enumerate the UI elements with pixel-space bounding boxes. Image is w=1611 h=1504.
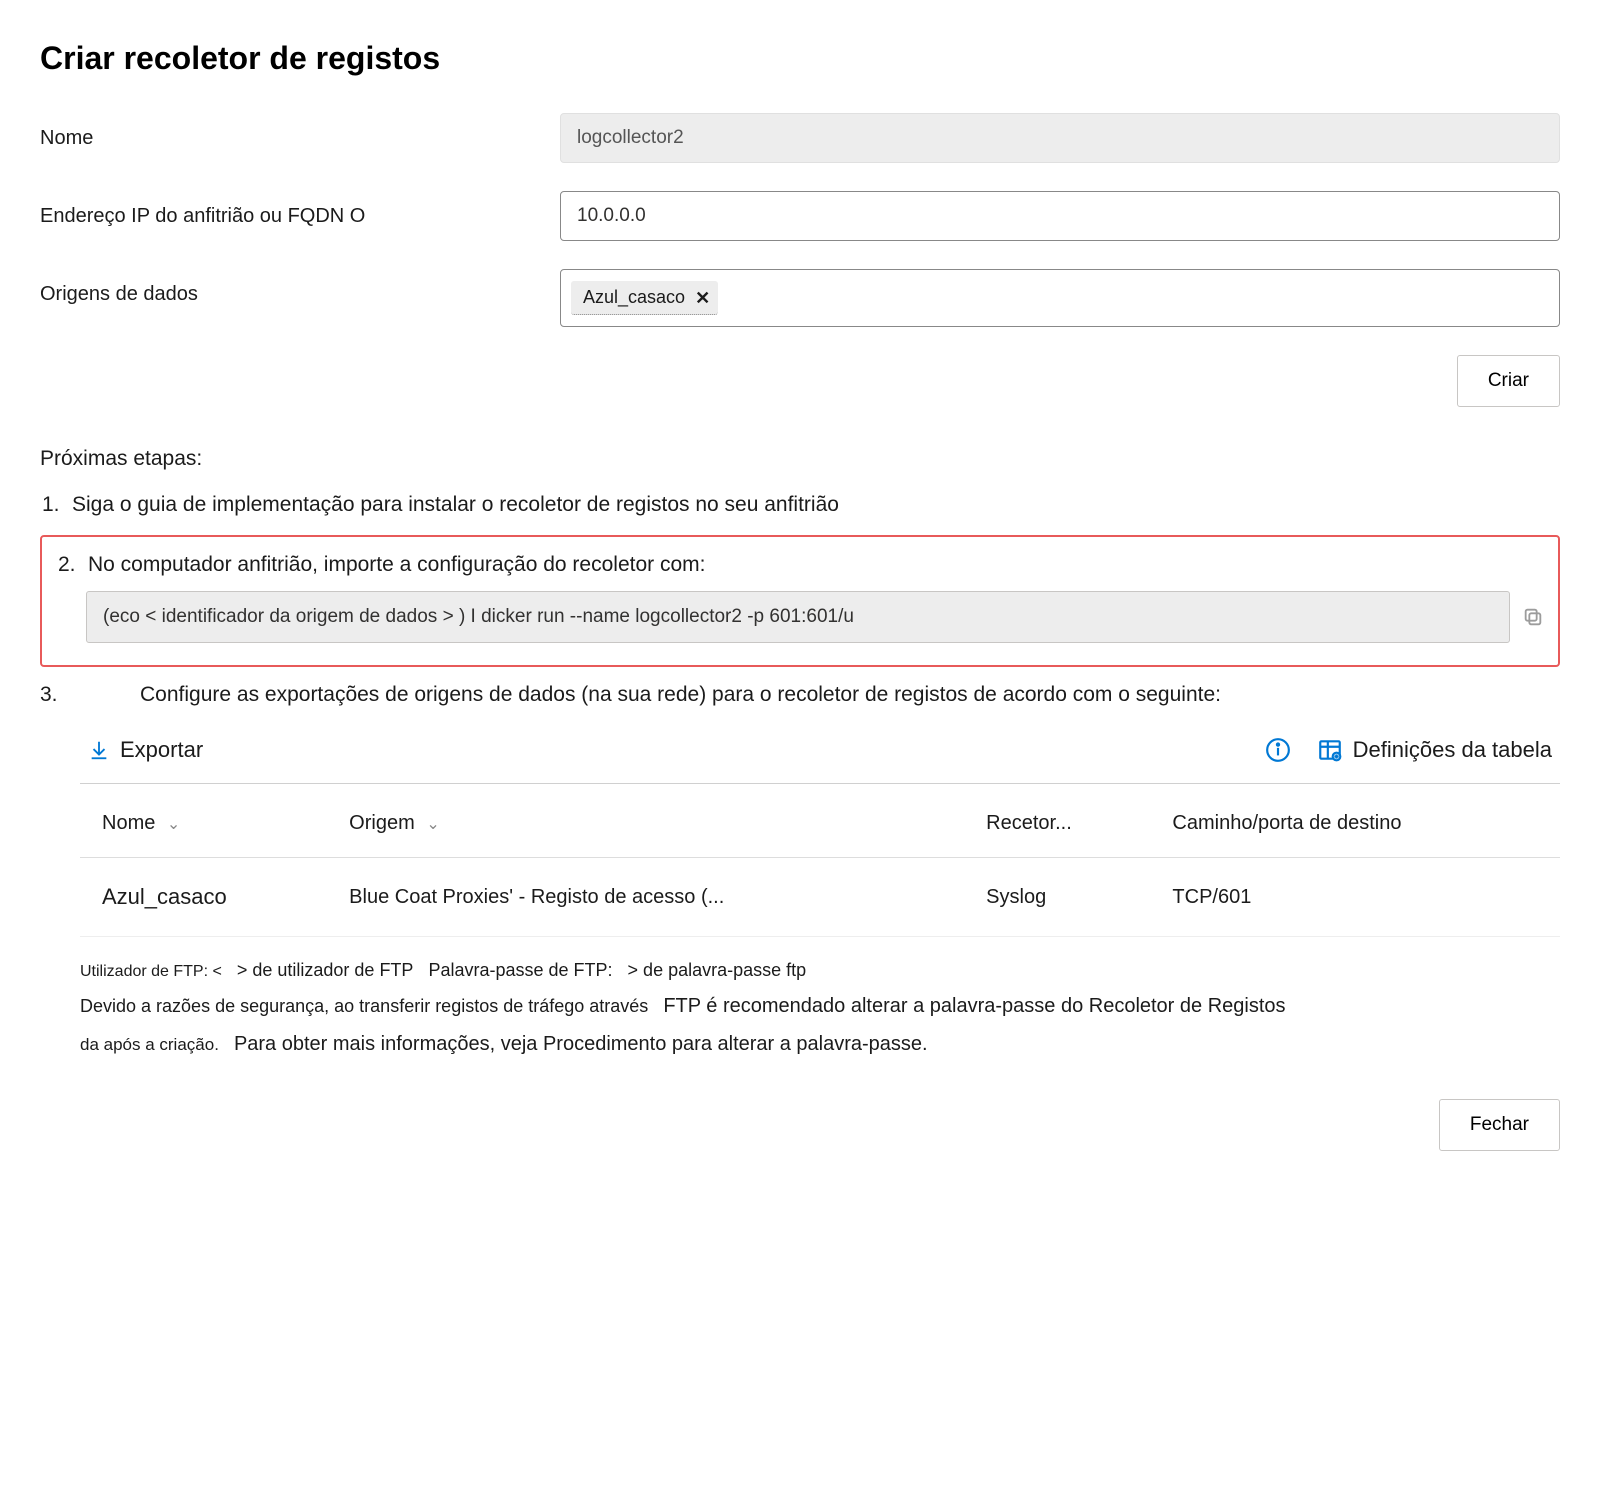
step3-text: Configure as exportações de origens de d… [70,683,1560,707]
command-box: (eco < identificador da origem de dados … [86,591,1510,643]
create-button[interactable]: Criar [1457,355,1560,407]
cell-receiver: Syslog [964,858,1150,937]
chip-label: Azul_casaco [583,287,685,308]
export-button[interactable]: Exportar [88,737,203,763]
table-row[interactable]: Azul_casaco Blue Coat Proxies' - Registo… [80,858,1560,937]
copy-icon[interactable] [1522,606,1544,628]
table-settings-icon [1317,737,1343,763]
close-icon[interactable]: ✕ [695,289,710,307]
name-label: Nome [40,127,560,150]
cell-name: Azul_casaco [80,858,327,937]
host-label: Endereço IP do anfitrião ou FQDN O [40,205,560,228]
datasources-label: Origens de dados [40,269,560,306]
chevron-down-icon: ⌄ [426,816,439,833]
step2-highlight: 2. No computador anfitrião, importe a co… [40,535,1560,667]
step2-text: No computador anfitrião, importe a confi… [88,553,705,577]
dialog-title: Criar recoletor de registos [40,40,1560,77]
step-number: 3. [40,683,62,707]
col-name[interactable]: Nome ⌄ [80,784,327,858]
chevron-down-icon: ⌄ [167,816,180,833]
step1-text: Siga o guia de implementação para instal… [72,493,839,517]
close-button[interactable]: Fechar [1439,1099,1560,1151]
datasource-chip: Azul_casaco ✕ [571,281,718,315]
ftp-note: Utilizador de FTP: < > de utilizador de … [80,953,1560,1063]
cell-source: Blue Coat Proxies' - Registo de acesso (… [327,858,964,937]
col-source-label: Origem [349,812,415,834]
step-number: 1. [42,493,64,517]
cell-dest: TCP/601 [1150,858,1560,937]
datasources-input[interactable]: Azul_casaco ✕ [560,269,1560,327]
host-input[interactable] [560,191,1560,241]
table-toolbar: Exportar [80,717,1560,784]
name-input[interactable] [560,113,1560,163]
col-receiver[interactable]: Recetor... [964,784,1150,858]
col-source[interactable]: Origem ⌄ [327,784,964,858]
download-icon [88,739,110,761]
step-number: 2. [58,553,80,577]
datasource-table: Nome ⌄ Origem ⌄ Recetor... Caminho/porta… [80,784,1560,937]
table-settings-label: Definições da tabela [1353,737,1552,763]
col-name-label: Nome [102,812,155,834]
table-settings-button[interactable]: Definições da tabela [1317,737,1552,763]
col-dest[interactable]: Caminho/porta de destino [1150,784,1560,858]
info-icon[interactable] [1265,737,1291,763]
next-steps-heading: Próximas etapas: [40,447,1560,471]
export-label: Exportar [120,737,203,763]
